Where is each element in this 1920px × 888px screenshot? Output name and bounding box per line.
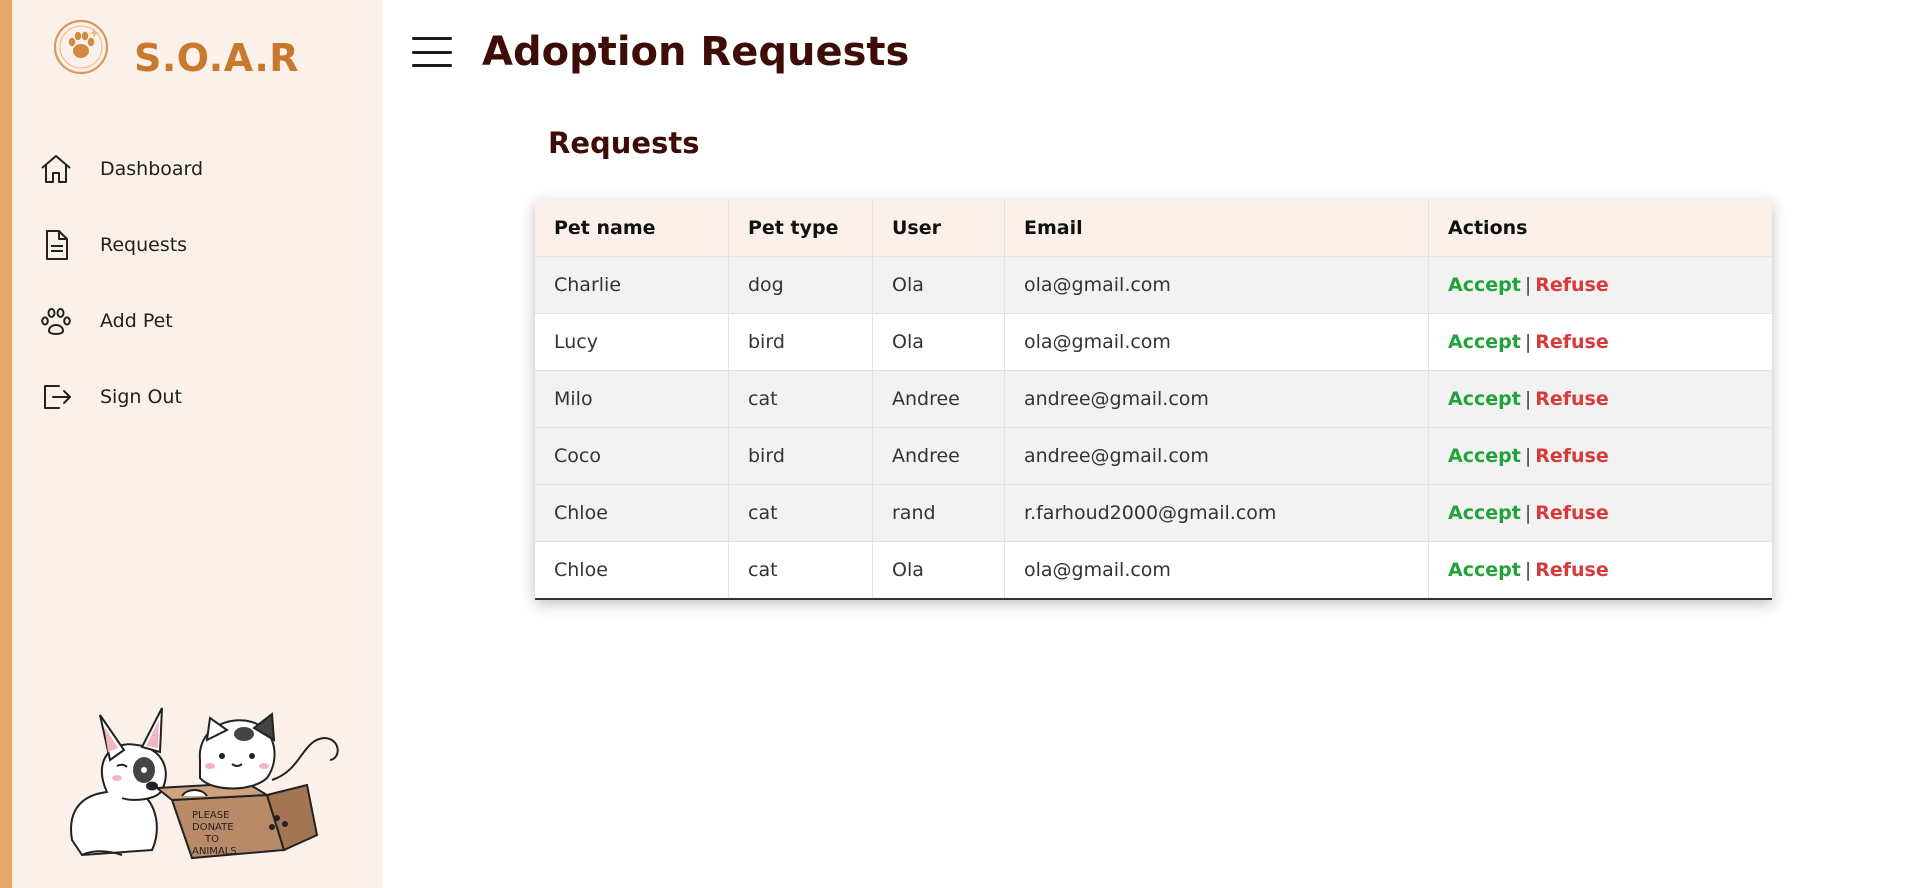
column-header-user: User [872,200,1005,257]
sidebar-item-label: Requests [100,234,188,256]
actions-cell: Accept | Refuse [1429,371,1773,428]
accept-button[interactable]: Accept [1448,331,1521,353]
section-title: Requests [548,126,700,160]
pet-type-cell: cat [728,541,873,599]
actions-cell: Accept | Refuse [1429,257,1773,314]
actions-cell: Accept | Refuse [1429,542,1773,600]
user-cell: Andree [872,370,1005,428]
column-header-email: Email [1004,200,1429,257]
sidebar-item-add-pet[interactable]: Add Pet [38,297,368,345]
home-icon [38,151,74,187]
sidebar-item-dashboard[interactable]: Dashboard [38,145,368,193]
column-header-actions: Actions [1428,200,1772,257]
pet-type-cell: bird [728,427,873,485]
requests-table: Pet name Pet type User Email Actions Cha… [535,200,1772,600]
user-cell: Ola [872,541,1005,599]
column-header-pet-name: Pet name [535,200,729,257]
user-cell: rand [872,484,1005,542]
sidebar: S.O.A.R Dashboard Requests Add Pet Sign … [12,0,382,888]
column-header-pet-type: Pet type [728,200,873,257]
sign-out-icon [38,379,74,415]
refuse-button[interactable]: Refuse [1535,445,1609,467]
pet-type-cell: dog [728,256,873,314]
svg-text:DONATE: DONATE [192,822,234,833]
action-separator: | [1524,274,1532,296]
action-separator: | [1524,388,1532,410]
accept-button[interactable]: Accept [1448,502,1521,524]
pet-name-cell: Lucy [535,313,729,371]
svg-text:ANIMALS: ANIMALS [192,846,237,857]
refuse-button[interactable]: Refuse [1535,559,1609,581]
sidebar-nav: Dashboard Requests Add Pet Sign Out [38,145,368,449]
email-cell: r.farhoud2000@gmail.com [1004,484,1429,542]
user-cell: Ola [872,256,1005,314]
page-title: Adoption Requests [482,29,910,75]
email-cell: andree@gmail.com [1004,427,1429,485]
actions-cell: Accept | Refuse [1429,428,1773,485]
refuse-button[interactable]: Refuse [1535,331,1609,353]
pet-name-cell: Chloe [535,484,729,542]
sidebar-item-requests[interactable]: Requests [38,221,368,269]
page-header: Adoption Requests [412,28,909,76]
actions-cell: Accept | Refuse [1429,485,1773,542]
pet-name-cell: Chloe [535,541,729,599]
pet-type-cell: bird [728,313,873,371]
pet-name-cell: Charlie [535,256,729,314]
user-cell: Ola [872,313,1005,371]
action-separator: | [1524,559,1532,581]
accept-button[interactable]: Accept [1448,274,1521,296]
table-row: Lucy bird Ola ola@gmail.com Accept | Refus… [535,313,1773,371]
table-row: Coco bird Andree andree@gmail.com Accept… [535,427,1773,485]
user-cell: Andree [872,427,1005,485]
sidebar-item-sign-out[interactable]: Sign Out [38,373,368,421]
sidebar-item-label: Dashboard [100,158,204,180]
table-row: Chloe cat Ola ola@gmail.com Accept | Refus… [535,541,1773,600]
dog-and-cat-illustration: PLEASE DONATE TO ANIMALS [62,700,352,865]
actions-cell: Accept | Refuse [1429,314,1773,371]
refuse-button[interactable]: Refuse [1535,502,1609,524]
accept-button[interactable]: Accept [1448,445,1521,467]
sidebar-item-label: Add Pet [100,310,173,332]
pet-type-cell: cat [728,484,873,542]
refuse-button[interactable]: Refuse [1535,388,1609,410]
email-cell: andree@gmail.com [1004,370,1429,428]
action-separator: | [1524,331,1532,353]
paw-logo-icon [52,18,110,76]
document-icon [38,227,74,263]
pet-type-cell: cat [728,370,873,428]
accept-button[interactable]: Accept [1448,559,1521,581]
menu-toggle-icon[interactable] [412,37,452,67]
accept-button[interactable]: Accept [1448,388,1521,410]
sidebar-item-label: Sign Out [100,386,182,408]
table-row: Chloe cat rand r.farhoud2000@gmail.com A… [535,484,1773,542]
email-cell: ola@gmail.com [1004,541,1429,599]
svg-text:PLEASE: PLEASE [192,810,229,821]
pet-name-cell: Coco [535,427,729,485]
sidebar-accent-strip [0,0,12,888]
paw-icon [38,303,74,339]
action-separator: | [1524,502,1532,524]
pet-name-cell: Milo [535,370,729,428]
table-row: Charlie dog Ola ola@gmail.com Accept | Ref… [535,256,1773,314]
refuse-button[interactable]: Refuse [1535,274,1609,296]
app-logo-text[interactable]: S.O.A.R [134,36,299,80]
svg-text:TO: TO [204,834,219,845]
action-separator: | [1524,445,1532,467]
table-row: Milo cat Andree andree@gmail.com Accept |… [535,370,1773,428]
email-cell: ola@gmail.com [1004,256,1429,314]
table-header-row: Pet name Pet type User Email Actions [535,200,1772,257]
email-cell: ola@gmail.com [1004,313,1429,371]
